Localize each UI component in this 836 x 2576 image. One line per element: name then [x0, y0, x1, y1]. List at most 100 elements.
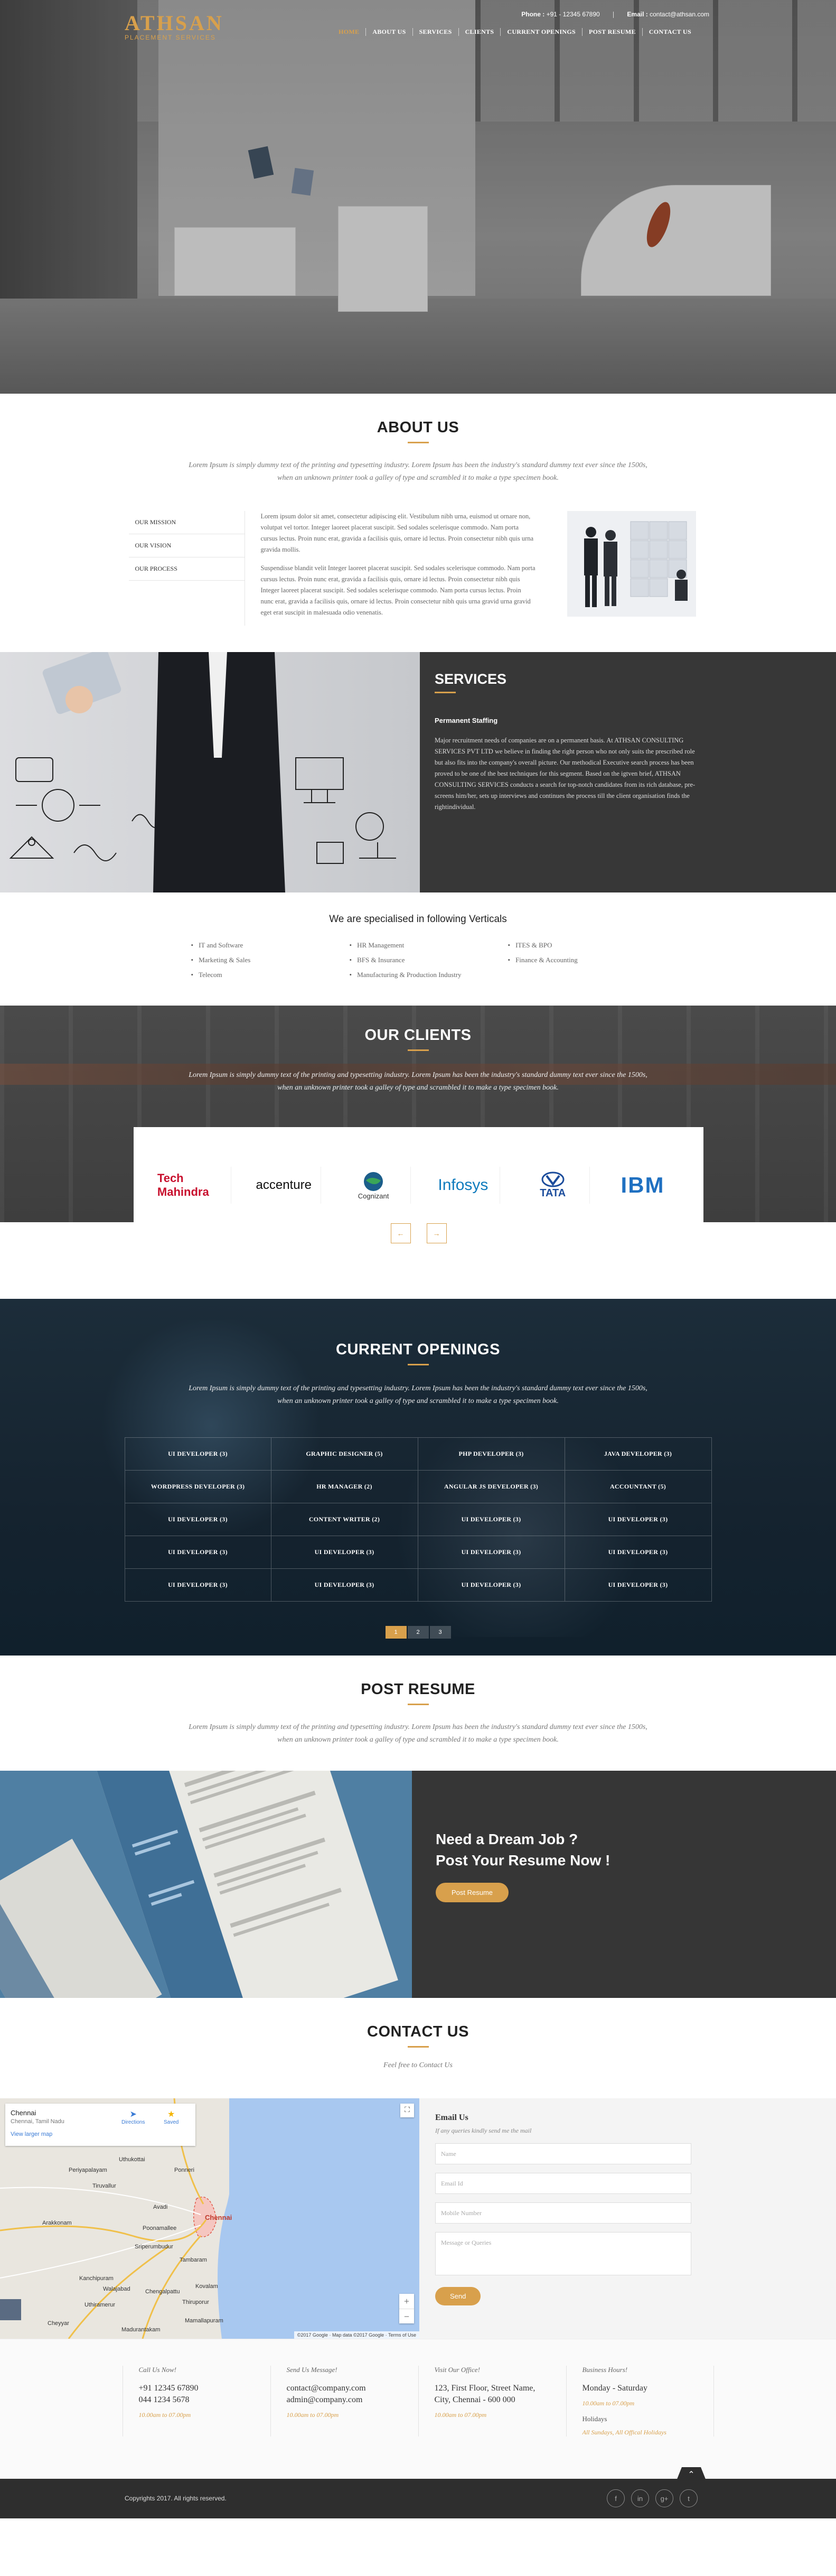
- job-opening[interactable]: PHP DEVELOPER (3): [418, 1438, 565, 1471]
- map-town: Ponneri: [174, 2167, 194, 2173]
- map-town: Tambaram: [180, 2257, 207, 2263]
- carousel-next-button[interactable]: →: [426, 1223, 447, 1243]
- mobile-input[interactable]: Mobile Number: [435, 2202, 691, 2224]
- client-logo-accenture[interactable]: accenture: [247, 1167, 321, 1204]
- page-3-button[interactable]: 3: [429, 1626, 451, 1639]
- call-label: Call Us Now!: [138, 2366, 177, 2374]
- resume-image: [0, 1771, 412, 1998]
- saved-label: Saved: [164, 2119, 179, 2125]
- nav-contact[interactable]: CONTACT US: [642, 28, 698, 36]
- map-town: Walajabad: [103, 2286, 130, 2292]
- services-image: [0, 652, 420, 892]
- hero-overlay: [0, 0, 836, 394]
- logo[interactable]: ATHSAN PLACEMENT SERVICES: [125, 13, 224, 42]
- star-icon: ★: [167, 2110, 175, 2119]
- nav-clients[interactable]: CLIENTS: [458, 28, 501, 36]
- clients-logo-carousel: Tech Mahindra accenture Cognizant Infosy…: [134, 1127, 703, 1296]
- linkedin-icon[interactable]: in: [631, 2489, 649, 2507]
- contact-title: CONTACT US: [367, 2023, 469, 2040]
- client-logo-text: accenture: [256, 1178, 312, 1192]
- email-label: Email :: [627, 11, 648, 18]
- tab-our-mission[interactable]: OUR MISSION: [128, 511, 245, 534]
- page-2-button[interactable]: 2: [407, 1626, 429, 1639]
- contact-form: Email Us If any queries kindly send me t…: [419, 2098, 836, 2339]
- google-map[interactable]: Chennai Tiruvallur Ponneri Avadi Poonama…: [0, 2098, 419, 2339]
- carousel-prev-button[interactable]: ←: [390, 1223, 411, 1243]
- nav-home[interactable]: HOME: [332, 28, 365, 36]
- job-opening[interactable]: UI DEVELOPER (3): [418, 1503, 565, 1536]
- email-primary[interactable]: contact@company.com: [287, 2383, 418, 2394]
- list-item: HR Management: [350, 941, 508, 950]
- job-opening[interactable]: CONTENT WRITER (2): [271, 1503, 418, 1536]
- map-larger-link[interactable]: View larger map: [11, 2131, 190, 2137]
- job-opening[interactable]: UI DEVELOPER (3): [124, 1569, 271, 1602]
- message-textarea[interactable]: Message or Queries: [435, 2232, 691, 2275]
- about-intro: Lorem Ipsum is simply dummy text of the …: [189, 461, 647, 482]
- top-contact-bar: Phone : +91 - 12345 67890 Email : contac…: [521, 11, 709, 18]
- job-opening[interactable]: UI DEVELOPER (3): [124, 1536, 271, 1569]
- job-opening[interactable]: UI DEVELOPER (3): [271, 1569, 418, 1602]
- facebook-icon[interactable]: f: [607, 2489, 625, 2507]
- list-item: Finance & Accounting: [508, 956, 666, 964]
- email-secondary[interactable]: admin@company.com: [287, 2394, 418, 2406]
- map-fullscreen-button[interactable]: ⛶: [400, 2104, 414, 2117]
- job-opening[interactable]: WORDPRESS DEVELOPER (3): [124, 1471, 271, 1503]
- zoom-out-button[interactable]: −: [399, 2309, 414, 2323]
- phone-primary[interactable]: +91 12345 67890: [139, 2383, 270, 2394]
- phone-secondary[interactable]: 044 1234 5678: [139, 2394, 270, 2406]
- map-save[interactable]: ★ Saved: [164, 2109, 179, 2125]
- tab-our-vision[interactable]: OUR VISION: [128, 534, 245, 557]
- list-item: Telecom: [191, 971, 350, 979]
- job-opening[interactable]: UI DEVELOPER (3): [271, 1536, 418, 1569]
- email-address[interactable]: contact@athsan.com: [650, 11, 709, 18]
- nav-services[interactable]: SERVICES: [412, 28, 458, 36]
- client-logo-text: Cognizant: [358, 1192, 389, 1200]
- email-input[interactable]: Email Id: [435, 2173, 691, 2194]
- services-section: SERVICES Permanent Staffing Major recrui…: [0, 652, 836, 892]
- page-1-button[interactable]: 1: [385, 1626, 407, 1639]
- visit-label: Visit Our Office!: [434, 2366, 480, 2374]
- nav-current-openings[interactable]: CURRENT OPENINGS: [500, 28, 582, 36]
- list-item: BFS & Insurance: [350, 956, 508, 964]
- client-logo-ibm[interactable]: IBM: [606, 1167, 680, 1204]
- twitter-icon[interactable]: t: [680, 2489, 698, 2507]
- post-resume-button[interactable]: Post Resume: [436, 1883, 509, 1902]
- job-opening[interactable]: UI DEVELOPER (3): [565, 1503, 712, 1536]
- map-town: Periyapalayam: [69, 2167, 107, 2173]
- job-opening[interactable]: UI DEVELOPER (3): [418, 1536, 565, 1569]
- address-line: 123, First Floor, Street Name,: [434, 2384, 536, 2393]
- client-logo-cognizant[interactable]: Cognizant: [337, 1167, 411, 1204]
- send-button[interactable]: Send: [435, 2287, 481, 2305]
- openings-section: CURRENT OPENINGS Lorem Ipsum is simply d…: [0, 1299, 836, 1656]
- client-logo-tata[interactable]: TATA: [516, 1167, 590, 1204]
- map-directions[interactable]: ➤ Directions: [121, 2109, 145, 2125]
- client-logo-infosys[interactable]: Infosys: [426, 1167, 501, 1204]
- copyright-bar: ⌃ Copyrights 2017. All rights reserved. …: [0, 2467, 836, 2518]
- about-paragraph: Suspendisse blandit velit Integer laoree…: [260, 564, 536, 616]
- job-opening[interactable]: ANGULAR JS DEVELOPER (3): [418, 1471, 565, 1503]
- job-opening[interactable]: UI DEVELOPER (3): [565, 1536, 712, 1569]
- tab-our-process[interactable]: OUR PROCESS: [128, 557, 245, 581]
- map-zoom-controls: + −: [399, 2294, 414, 2323]
- nav-about[interactable]: ABOUT US: [365, 28, 412, 36]
- post-resume-intro: Lorem Ipsum is simply dummy text of the …: [189, 1723, 647, 1744]
- zoom-in-button[interactable]: +: [399, 2294, 414, 2309]
- job-opening[interactable]: UI DEVELOPER (3): [418, 1569, 565, 1602]
- title-underline: [407, 2046, 429, 2048]
- job-opening[interactable]: UI DEVELOPER (3): [124, 1438, 271, 1471]
- about-paragraph: Lorem ipsum dolor sit amet, consectetur …: [260, 513, 534, 553]
- job-opening[interactable]: UI DEVELOPER (3): [124, 1503, 271, 1536]
- job-opening[interactable]: ACCOUNTANT (5): [565, 1471, 712, 1503]
- nav-post-resume[interactable]: POST RESUME: [581, 28, 642, 36]
- form-subtitle: If any queries kindly send me the mail: [435, 2127, 532, 2134]
- client-logo-tech-mahindra[interactable]: Tech Mahindra: [157, 1167, 231, 1204]
- job-opening[interactable]: JAVA DEVELOPER (3): [565, 1438, 712, 1471]
- list-item: Manufacturing & Production Industry: [350, 971, 508, 979]
- copyright-text: Copyrights 2017. All rights reserved.: [125, 2495, 227, 2502]
- google-plus-icon[interactable]: g+: [655, 2489, 673, 2507]
- job-opening[interactable]: HR MANAGER (2): [271, 1471, 418, 1503]
- clients-intro: Lorem Ipsum is simply dummy text of the …: [189, 1071, 647, 1092]
- name-input[interactable]: Name: [435, 2143, 691, 2164]
- job-opening[interactable]: UI DEVELOPER (3): [565, 1569, 712, 1602]
- job-opening[interactable]: GRAPHIC DESIGNER (5): [271, 1438, 418, 1471]
